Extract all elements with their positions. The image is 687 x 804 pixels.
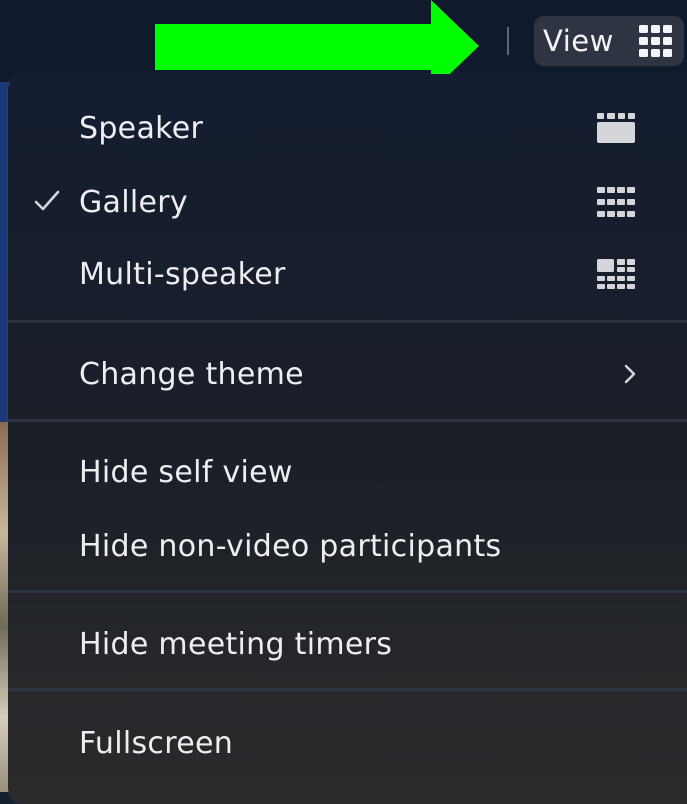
- menu-separator: [8, 419, 687, 422]
- menu-item-speaker[interactable]: Speaker: [8, 96, 687, 160]
- menu-item-hide-meeting-timers[interactable]: Hide meeting timers: [8, 612, 687, 676]
- menu-item-change-theme[interactable]: Change theme: [8, 342, 687, 406]
- menu-item-gallery[interactable]: Gallery: [8, 170, 687, 234]
- toolbar-divider: [507, 27, 509, 55]
- multi-speaker-view-icon: [597, 259, 635, 289]
- menu-item-fullscreen[interactable]: Fullscreen: [8, 711, 687, 775]
- menu-item-label: Speaker: [79, 110, 204, 146]
- menu-item-label: Hide non-video participants: [79, 528, 502, 564]
- menu-item-multi-speaker[interactable]: Multi-speaker: [8, 242, 687, 306]
- menu-item-label: Hide self view: [79, 454, 293, 490]
- menu-separator: [8, 590, 687, 593]
- menu-item-label: Multi-speaker: [79, 256, 286, 292]
- menu-item-label: Hide meeting timers: [79, 626, 393, 662]
- view-dropdown-menu: Speaker Gallery Multi-speaker Change the…: [8, 74, 687, 804]
- menu-separator: [8, 688, 687, 691]
- gallery-view-icon: [597, 187, 635, 217]
- menu-item-hide-self-view[interactable]: Hide self view: [8, 440, 687, 504]
- menu-separator: [8, 320, 687, 323]
- menu-item-hide-non-video-participants[interactable]: Hide non-video participants: [8, 514, 687, 578]
- speaker-view-icon: [597, 113, 635, 143]
- view-button-label: View: [543, 24, 614, 58]
- menu-item-label: Change theme: [79, 356, 304, 392]
- menu-item-label: Gallery: [79, 184, 188, 220]
- menu-item-label: Fullscreen: [79, 725, 234, 761]
- view-button[interactable]: View: [534, 16, 684, 66]
- checkmark-icon: [34, 190, 60, 211]
- grid-icon: [639, 25, 672, 57]
- chevron-right-icon: [624, 364, 636, 384]
